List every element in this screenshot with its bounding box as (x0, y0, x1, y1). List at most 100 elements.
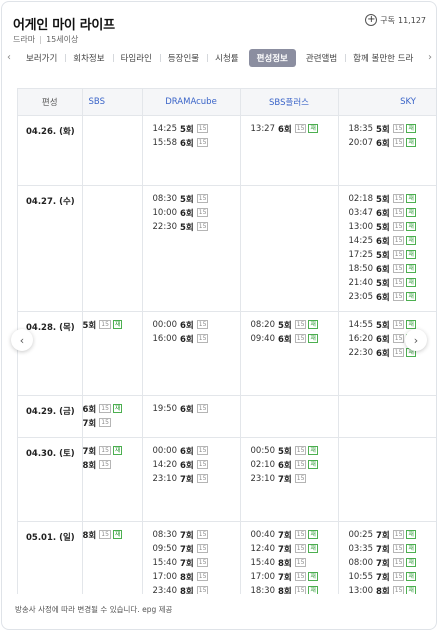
airing-item[interactable]: 08:30 7회 15 (153, 528, 240, 542)
airing-item[interactable]: 00:00 6회 15 (153, 318, 240, 332)
subscribe-button[interactable]: + 구독 11,127 (365, 14, 426, 26)
rerun-badge: 재 (406, 586, 416, 594)
age-rating-badge: 15 (99, 446, 111, 455)
airing-item[interactable]: 09:40 6회 15 재 (251, 332, 338, 346)
airing-item[interactable]: 03:47 6회 15 재 (349, 206, 437, 220)
airing-item[interactable]: 17:00 7회 15 재 (251, 570, 338, 584)
tab-item[interactable]: 보러가기 (18, 49, 65, 67)
air-time: 08:20 (250, 319, 276, 330)
airing-item[interactable]: 7회 15 재 (83, 444, 142, 458)
airing-item[interactable]: 18:30 8회 15 재 (250, 584, 338, 595)
age-rating-badge: 15 (392, 194, 405, 203)
age-rating-badge: 15 (99, 530, 111, 539)
airing-item[interactable]: 00:40 7회 15 재 (251, 528, 338, 542)
airing-item[interactable]: 6회 15 재 (83, 402, 142, 416)
airing-item[interactable]: 23:05 6회 15 재 (349, 290, 437, 304)
airing-item[interactable]: 00:50 5회 15 재 (251, 444, 338, 458)
header-sky[interactable]: SKY (338, 89, 436, 116)
airing-item[interactable]: 16:00 6회 15 (153, 332, 240, 346)
rerun-badge: 재 (112, 404, 123, 413)
table-row: 05.01. (일) 8회 15 재 08:30 7회 15 09:50 7회 15 15:40 7회… (18, 521, 436, 594)
next-button[interactable]: › (405, 329, 427, 351)
episode-number: 6회 (278, 334, 292, 345)
header-sbsplus[interactable]: SBS플러스 (240, 89, 339, 116)
airing-item[interactable]: 14:55 5회 15 재 (349, 318, 437, 332)
airing-item[interactable]: 15:40 8회 15 (251, 556, 338, 570)
airing-item[interactable]: 13:00 5회 15 재 (349, 220, 437, 234)
airing-item[interactable]: 20:07 6회 15 재 (349, 136, 437, 150)
tab-list: 보러가기 회차정보 타임라인 등장인물 시청률 편성정보 관련앨범 함께 볼만한 드라 (18, 47, 422, 69)
airing-item[interactable]: 14:25 6회 15 재 (349, 234, 437, 248)
airing-item[interactable]: 23:10 7회 15 (153, 472, 240, 486)
prev-button[interactable]: ‹ (11, 329, 33, 351)
tab-item[interactable]: 등장인물 (159, 49, 207, 67)
header-dramacube[interactable]: DRAMAcube (142, 89, 241, 116)
age-rating-badge: 15 (392, 544, 405, 553)
air-time: 18:30 (250, 585, 276, 595)
airing-item[interactable]: 09:50 7회 15 (153, 542, 240, 556)
airing-item[interactable]: 17:00 8회 15 (153, 570, 240, 584)
rerun-badge: 재 (308, 586, 318, 594)
episode-number: 7회 (180, 544, 194, 555)
airing-item[interactable]: 18:50 6회 15 재 (349, 262, 437, 276)
rerun-badge: 재 (406, 194, 416, 203)
header-sbs[interactable]: SBS (82, 89, 143, 116)
airing-item[interactable]: 02:18 5회 15 재 (349, 192, 437, 206)
airing-item[interactable]: 02:10 6회 15 재 (251, 458, 338, 472)
tab-item[interactable]: 회차정보 (65, 49, 112, 67)
airing-item[interactable]: 08:30 5회 15 (153, 192, 240, 206)
airing-item[interactable]: 03:35 7회 15 재 (349, 542, 437, 556)
airing-item[interactable]: 13:00 8회 15 재 (348, 584, 437, 595)
airing-item[interactable]: 22:30 5회 15 (153, 220, 240, 234)
airing-item[interactable]: 13:27 6회 15 재 (251, 122, 338, 136)
episode-number: 6회 (180, 404, 194, 415)
rerun-badge: 재 (406, 250, 416, 259)
airing-item[interactable]: 23:10 7회 15 (251, 472, 338, 486)
tab-scroll-right-icon[interactable]: › (428, 52, 432, 63)
tab-item[interactable]: 함께 볼만한 드라 (345, 49, 421, 67)
airing-item[interactable]: 5회 15 재 (83, 318, 142, 332)
airing-item[interactable]: 00:00 6회 15 (153, 444, 240, 458)
airing-item[interactable]: 7회 15 (83, 416, 142, 430)
air-time: 14:55 (348, 319, 374, 330)
age-rating-badge: 15 (196, 530, 209, 539)
airing-item[interactable]: 8회 15 재 (83, 528, 142, 542)
air-time: 00:00 (152, 445, 178, 456)
schedule-table-container[interactable]: 편성 SBS DRAMAcube SBS플러스 SKY 04.26. (화) 14… (17, 88, 436, 594)
dramacube-cell: 14:25 5회 15 15:58 6회 15 (142, 115, 241, 186)
age-rating-badge: 15 (392, 586, 405, 594)
episode-number: 5회 (376, 194, 390, 205)
airing-item[interactable]: 18:35 5회 15 재 (349, 122, 437, 136)
tab-scroll-left-icon[interactable]: ‹ (7, 52, 11, 63)
age-rating-badge: 15 (294, 460, 307, 469)
table-row: 04.27. (수) 08:30 5회 15 10:00 6회 15 22:30 5회 15 02:… (18, 185, 437, 312)
airing-item[interactable]: 14:20 6회 15 (153, 458, 240, 472)
age-rating-badge: 15 (392, 530, 405, 539)
air-time: 13:00 (348, 585, 374, 595)
airing-item[interactable]: 08:20 5회 15 재 (251, 318, 338, 332)
dramacube-cell: 00:00 6회 15 14:20 6회 15 23:10 7회 15 (142, 437, 241, 522)
airing-item[interactable]: 10:55 7회 15 재 (349, 570, 437, 584)
airing-item[interactable]: 15:58 6회 15 (153, 136, 240, 150)
airing-item[interactable]: 21:40 5회 15 재 (349, 276, 437, 290)
tab-item[interactable]: 시청률 (207, 49, 246, 67)
rerun-badge: 재 (308, 320, 318, 329)
airing-item[interactable]: 10:00 6회 15 (153, 206, 240, 220)
airing-item[interactable]: 08:00 7회 15 재 (349, 556, 437, 570)
tab-item[interactable]: 관련앨범 (298, 49, 345, 67)
airing-item[interactable]: 14:25 5회 15 (153, 122, 240, 136)
air-time: 13:00 (348, 221, 374, 232)
airing-item[interactable]: 12:40 7회 15 재 (251, 542, 338, 556)
airing-item[interactable]: 00:25 7회 15 재 (349, 528, 437, 542)
airing-item[interactable]: 15:40 7회 15 (153, 556, 240, 570)
airing-item[interactable]: 23:40 8회 15 (153, 584, 240, 594)
airing-item[interactable]: 17:25 5회 15 재 (349, 248, 437, 262)
age-rating-badge: 15 (196, 208, 209, 217)
episode-number: 6회 (376, 264, 390, 275)
airing-item[interactable]: 19:50 6회 15 (153, 402, 240, 416)
airing-item[interactable]: 8회 15 (83, 458, 142, 472)
table-row: 04.30. (토) 7회 15 재 8회 15 00:00 6회 15 14:20 6회 15 23:… (18, 437, 436, 522)
air-time: 00:40 (250, 529, 276, 540)
tab-item[interactable]: 편성정보 (248, 49, 296, 67)
tab-item[interactable]: 타임라인 (112, 49, 160, 67)
